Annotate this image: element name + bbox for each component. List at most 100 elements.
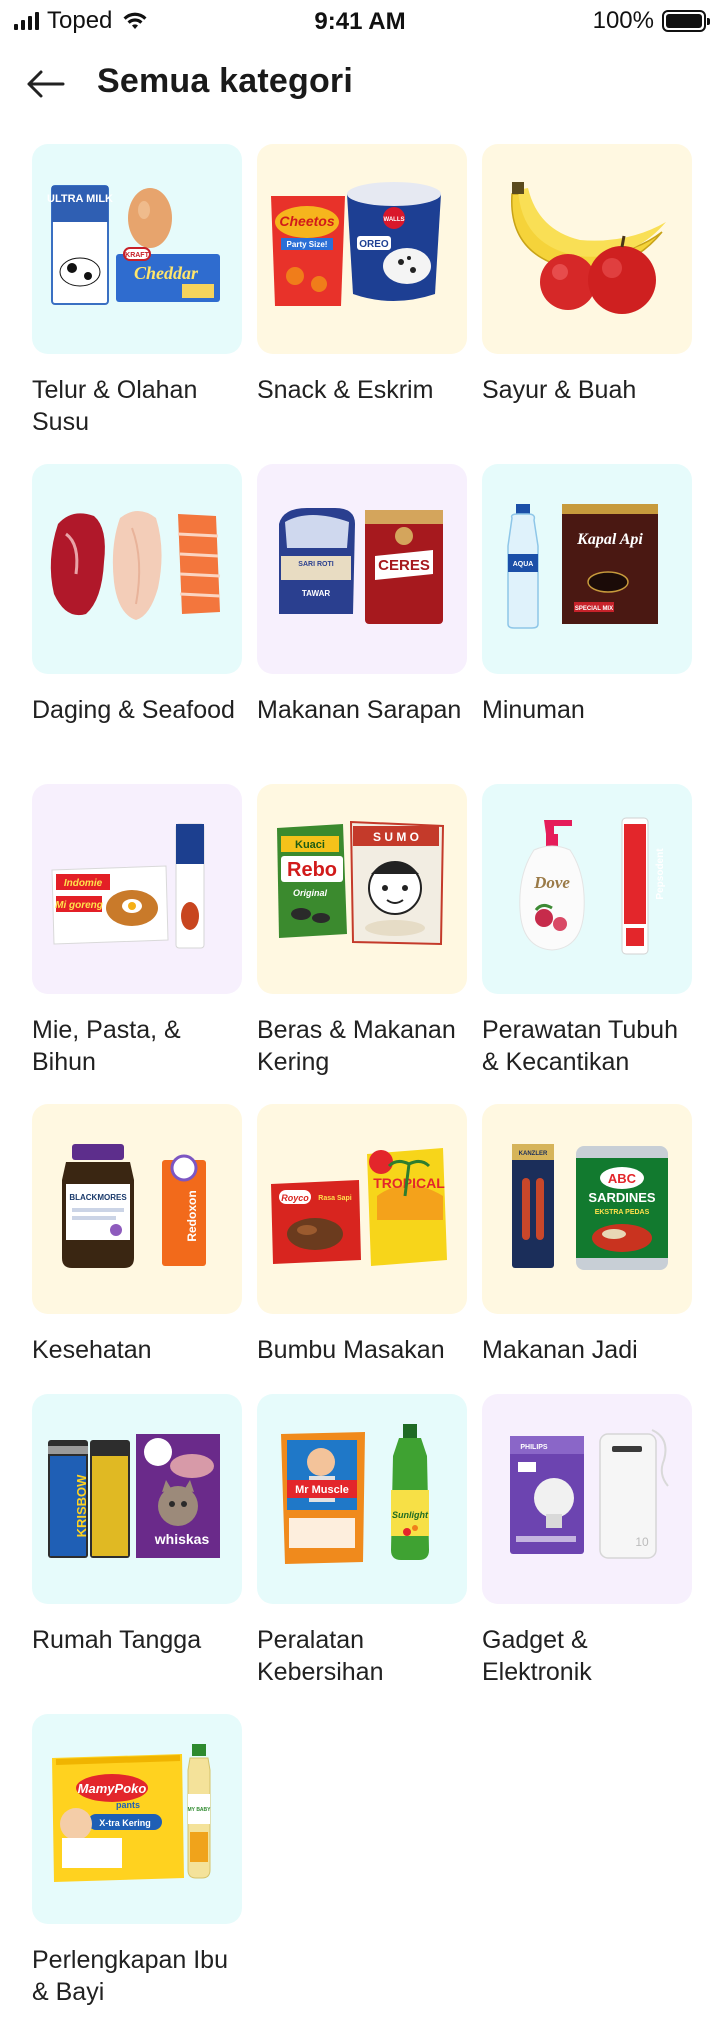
category-label: Bumbu Masakan bbox=[257, 1336, 445, 1364]
svg-text:Pepsodent: Pepsodent bbox=[655, 848, 666, 900]
category-tile: ULTRA MILK KRAFT Cheddar bbox=[32, 144, 242, 354]
category-tile: Kuaci Rebo Original S U M O bbox=[257, 784, 467, 994]
category-gadget-elektronik[interactable]: PHILIPS 10 Gadget & Elektronik bbox=[482, 1394, 692, 1714]
svg-text:Mi goreng: Mi goreng bbox=[55, 900, 103, 911]
svg-text:EKSTRA PEDAS: EKSTRA PEDAS bbox=[595, 1209, 650, 1216]
category-label: Gadget & Elektronik bbox=[482, 1626, 592, 1686]
category-label: Beras & Makanan Kering bbox=[257, 1016, 456, 1076]
category-label: Makanan Jadi bbox=[482, 1336, 638, 1364]
category-tile: MamyPoko pants X-tra Kering MY BABY bbox=[32, 1714, 242, 1924]
category-label: Makanan Sarapan bbox=[257, 696, 462, 724]
category-label: Mie, Pasta, & Bihun bbox=[32, 1016, 181, 1076]
svg-text:Royco: Royco bbox=[281, 1193, 309, 1203]
svg-text:TROPICAL: TROPICAL bbox=[373, 1175, 445, 1191]
svg-text:S U M O: S U M O bbox=[373, 830, 419, 844]
category-makanan-sarapan[interactable]: SARI ROTI TAWAR CERES Makanan Sarapan bbox=[257, 464, 467, 784]
category-tile: Cheetos Party Size! WALLS OREO bbox=[257, 144, 467, 354]
svg-text:KANZLER: KANZLER bbox=[519, 1151, 548, 1157]
svg-text:Indomie: Indomie bbox=[64, 878, 103, 889]
rice-dry-food-image: Kuaci Rebo Original S U M O bbox=[277, 820, 445, 946]
category-label: Daging & Seafood bbox=[32, 696, 235, 724]
health-image: BLACKMORES Redoxon bbox=[62, 1144, 206, 1268]
category-label: Sayur & Buah bbox=[482, 376, 637, 404]
category-label: Peralatan Kebersihan bbox=[257, 1626, 384, 1686]
category-tile: Indomie Mi goreng bbox=[32, 784, 242, 994]
category-bumbu-masakan[interactable]: Royco Rasa Sapi TROPICAL Bumbu Masakan bbox=[257, 1104, 467, 1394]
mother-baby-image: MamyPoko pants X-tra Kering MY BABY bbox=[52, 1744, 212, 1882]
svg-text:ULTRA MILK: ULTRA MILK bbox=[47, 193, 113, 205]
category-telur-olahan-susu[interactable]: ULTRA MILK KRAFT Cheddar Telur & Olahan … bbox=[32, 144, 242, 464]
category-daging-seafood[interactable]: Daging & Seafood bbox=[32, 464, 242, 784]
svg-text:10: 10 bbox=[635, 1535, 649, 1549]
category-tile: KANZLER ABC SARDINES EKSTRA PEDAS bbox=[482, 1104, 692, 1314]
snack-icecream-image: Cheetos Party Size! WALLS OREO bbox=[271, 182, 441, 306]
category-label: Minuman bbox=[482, 696, 585, 724]
category-snack-eskrim[interactable]: Cheetos Party Size! WALLS OREO Snack & E… bbox=[257, 144, 467, 464]
category-sayur-buah[interactable]: Sayur & Buah bbox=[482, 144, 692, 464]
svg-text:TAWAR: TAWAR bbox=[302, 589, 331, 598]
svg-text:AQUA: AQUA bbox=[513, 561, 534, 568]
arrow-left-icon bbox=[27, 70, 65, 98]
svg-text:whiskas: whiskas bbox=[154, 1531, 210, 1547]
svg-text:Rasa Sapi: Rasa Sapi bbox=[318, 1195, 352, 1202]
dairy-products-image: ULTRA MILK KRAFT Cheddar bbox=[47, 185, 220, 305]
category-tile: Dove Pepsodent bbox=[482, 784, 692, 994]
category-kesehatan[interactable]: BLACKMORES Redoxon Kesehatan bbox=[32, 1104, 242, 1394]
svg-text:ABC: ABC bbox=[608, 1171, 637, 1186]
svg-text:pants: pants bbox=[116, 1800, 140, 1810]
category-mie-pasta-bihun[interactable]: Indomie Mi goreng Mie, Pasta, & Bihun bbox=[32, 784, 242, 1104]
household-image: KRISBOW whiskas bbox=[48, 1434, 220, 1558]
category-perawatan-tubuh-kecantikan[interactable]: Dove Pepsodent Perawatan Tubuh & Kecanti… bbox=[482, 784, 692, 1104]
svg-text:Cheddar: Cheddar bbox=[134, 263, 199, 283]
category-tile: SARI ROTI TAWAR CERES bbox=[257, 464, 467, 674]
meat-seafood-image bbox=[50, 511, 221, 620]
back-button[interactable] bbox=[22, 64, 70, 104]
category-minuman[interactable]: AQUA Kapal Api SPECIAL MIX Minuman bbox=[482, 464, 692, 754]
svg-text:Original: Original bbox=[293, 888, 328, 898]
wifi-icon bbox=[122, 11, 148, 31]
cellular-signal-icon bbox=[14, 12, 39, 30]
page-title: Semua kategori bbox=[97, 62, 354, 100]
category-beras-makanan-kering[interactable]: Kuaci Rebo Original S U M O Beras & Maka… bbox=[257, 784, 467, 1104]
gadget-electronics-image: PHILIPS 10 bbox=[510, 1429, 669, 1559]
category-rumah-tangga[interactable]: KRISBOW whiskas Rumah Tangga bbox=[32, 1394, 242, 1714]
category-label: Rumah Tangga bbox=[32, 1626, 202, 1654]
svg-text:SARI ROTI: SARI ROTI bbox=[298, 561, 333, 568]
battery-percentage: 100% bbox=[592, 7, 654, 34]
category-label: Perawatan Tubuh & Kecantikan bbox=[482, 1016, 678, 1076]
svg-text:MamyPoko: MamyPoko bbox=[78, 1781, 147, 1796]
category-label: Perlengkapan Ibu & Bayi bbox=[32, 1946, 228, 2006]
category-tile bbox=[482, 144, 692, 354]
svg-text:MY BABY: MY BABY bbox=[188, 1807, 212, 1813]
category-perlengkapan-ibu-bayi[interactable]: MamyPoko pants X-tra Kering MY BABY Perl… bbox=[32, 1714, 242, 2032]
category-tile: AQUA Kapal Api SPECIAL MIX bbox=[482, 464, 692, 674]
category-tile: Mr Muscle Sunlight bbox=[257, 1394, 467, 1604]
cleaning-supplies-image: Mr Muscle Sunlight bbox=[281, 1424, 429, 1564]
category-label: Snack & Eskrim bbox=[257, 376, 434, 404]
category-peralatan-kebersihan[interactable]: Mr Muscle Sunlight Peralatan Kebersihan bbox=[257, 1394, 467, 1714]
svg-text:CERES: CERES bbox=[378, 557, 430, 574]
category-tile bbox=[32, 464, 242, 674]
svg-text:Mr Muscle: Mr Muscle bbox=[295, 1484, 349, 1496]
category-grid: ULTRA MILK KRAFT Cheddar Telur & Olahan … bbox=[32, 144, 692, 2032]
category-tile: Royco Rasa Sapi TROPICAL bbox=[257, 1104, 467, 1314]
svg-text:Rebo: Rebo bbox=[287, 859, 337, 881]
svg-text:Cheetos: Cheetos bbox=[279, 213, 334, 229]
category-tile: PHILIPS 10 bbox=[482, 1394, 692, 1604]
fruit-image bbox=[511, 182, 666, 314]
category-tile: BLACKMORES Redoxon bbox=[32, 1104, 242, 1314]
svg-text:BLACKMORES: BLACKMORES bbox=[69, 1193, 127, 1202]
battery-icon bbox=[662, 10, 710, 32]
svg-text:OREO: OREO bbox=[359, 239, 389, 250]
svg-text:KRISBOW: KRISBOW bbox=[74, 1474, 89, 1538]
category-label: Telur & Olahan Susu bbox=[32, 376, 198, 436]
cooking-seasoning-image: Royco Rasa Sapi TROPICAL bbox=[271, 1148, 447, 1266]
svg-text:Party Size!: Party Size! bbox=[287, 240, 328, 249]
category-makanan-jadi[interactable]: KANZLER ABC SARDINES EKSTRA PEDAS Makana… bbox=[482, 1104, 692, 1394]
drinks-image: AQUA Kapal Api SPECIAL MIX bbox=[507, 504, 658, 629]
svg-text:Redoxon: Redoxon bbox=[185, 1190, 199, 1241]
svg-text:KRAFT: KRAFT bbox=[125, 252, 149, 259]
svg-text:Dove: Dove bbox=[533, 873, 570, 892]
category-tile: KRISBOW whiskas bbox=[32, 1394, 242, 1604]
body-care-image: Dove Pepsodent bbox=[519, 817, 666, 955]
